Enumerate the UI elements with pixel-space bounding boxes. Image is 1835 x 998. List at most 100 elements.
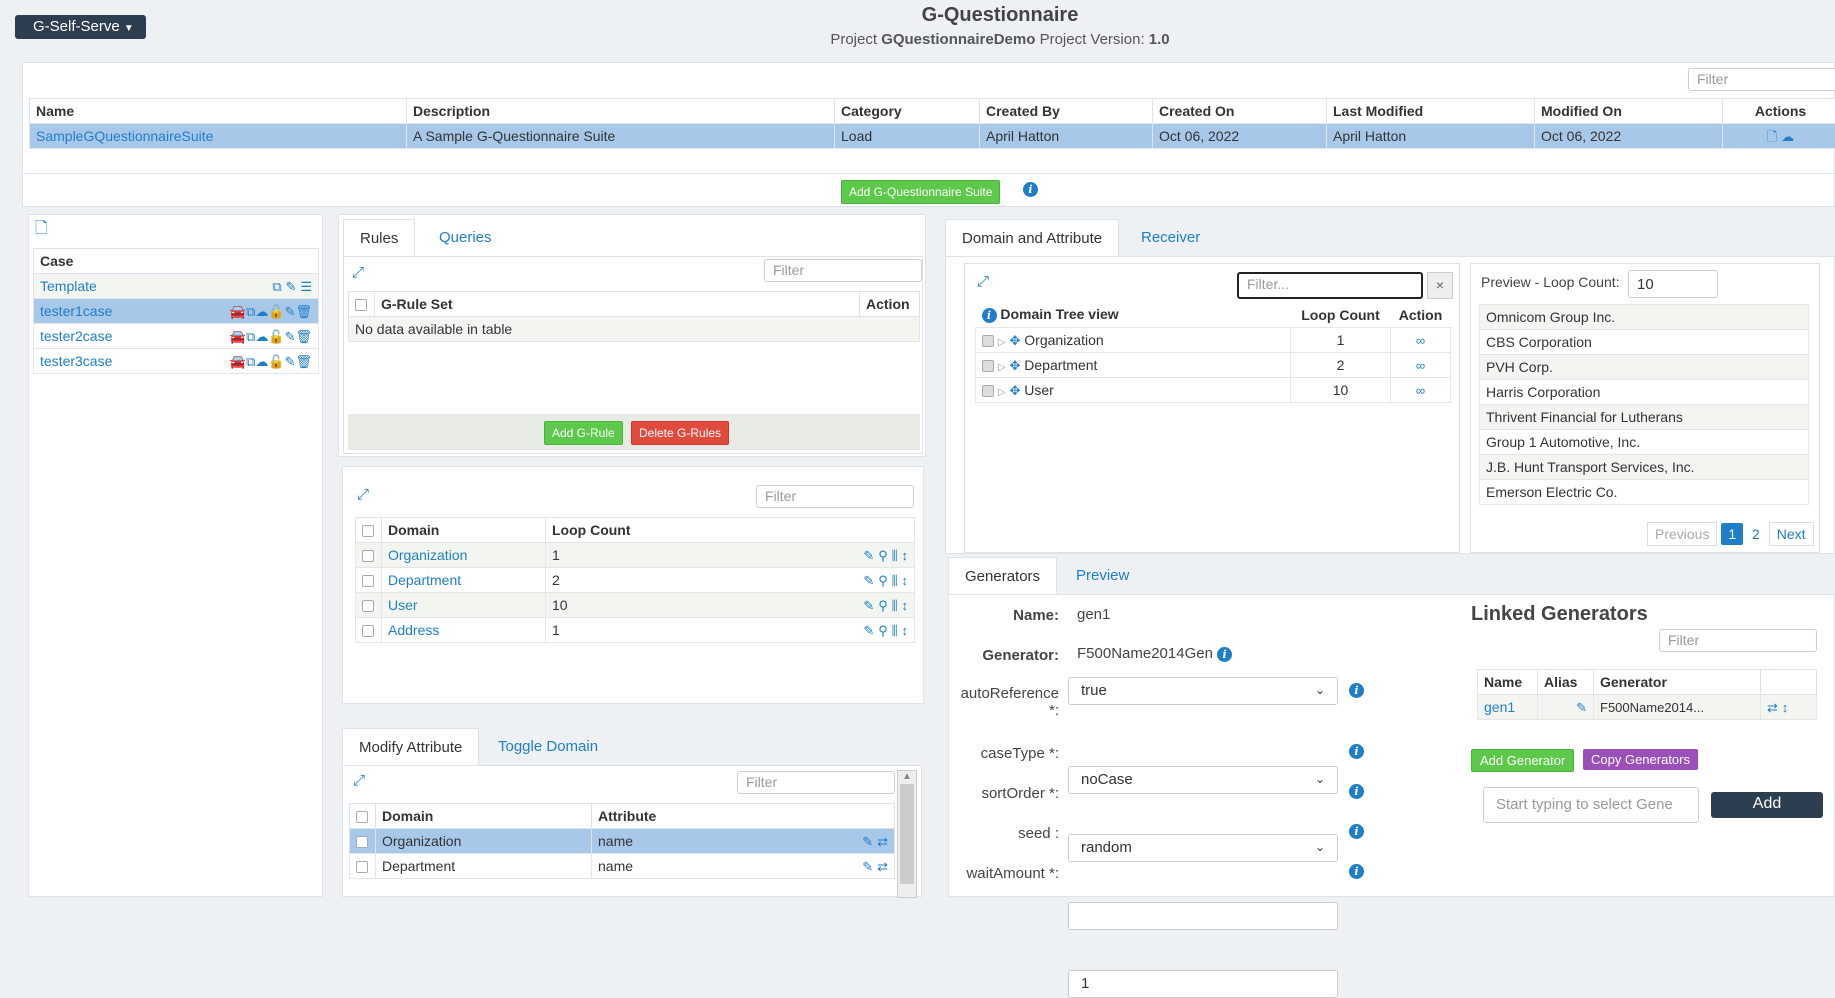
info-icon[interactable]: i bbox=[1349, 824, 1364, 839]
cloud-upload-icon[interactable]: ☁ bbox=[255, 305, 268, 318]
tree-node[interactable]: ▷ ✥ Organization1∞ bbox=[976, 328, 1451, 353]
tree-node[interactable]: ▷ ✥ User10∞ bbox=[976, 378, 1451, 403]
expand-arrow-icon[interactable]: ▷ bbox=[998, 362, 1006, 373]
list-item[interactable]: tester2case 🚘⧉☁🔓✎🗑 bbox=[34, 324, 319, 349]
node-checkbox[interactable] bbox=[982, 385, 994, 397]
copy-generators-button[interactable]: Copy Generators bbox=[1583, 749, 1698, 770]
copy-icon[interactable]: ⧉ bbox=[246, 305, 255, 318]
unlock-icon[interactable]: 🔓 bbox=[268, 355, 284, 368]
expand-icon[interactable]: ⤢ bbox=[357, 487, 369, 502]
transfer-icon[interactable]: ⇄ bbox=[1767, 701, 1778, 714]
transfer-icon[interactable]: ⇄ bbox=[877, 835, 888, 848]
edit-icon[interactable]: ✎ bbox=[862, 860, 873, 873]
tab-preview[interactable]: Preview bbox=[1060, 557, 1145, 594]
page-1-button[interactable]: 1 bbox=[1721, 523, 1743, 545]
table-row[interactable]: Departmentname✎ ⇄ bbox=[350, 854, 895, 879]
edit-icon[interactable]: ✎ bbox=[862, 835, 873, 848]
case-type-select[interactable]: noCase⌄ bbox=[1068, 766, 1338, 794]
search-icon[interactable]: ⚲ bbox=[878, 549, 888, 562]
case-link[interactable]: Template bbox=[40, 278, 97, 294]
trash-icon[interactable]: 🗑 bbox=[295, 355, 312, 368]
sort-icon[interactable]: ↕ bbox=[902, 574, 909, 587]
info-icon[interactable]: i bbox=[1349, 864, 1364, 879]
copy-icon[interactable]: ⧉ bbox=[272, 280, 281, 293]
case-link[interactable]: tester2case bbox=[40, 328, 112, 344]
move-icon[interactable]: ✥ bbox=[1009, 384, 1020, 397]
add-button[interactable]: Add bbox=[1711, 792, 1823, 818]
trash-icon[interactable]: 🗑 bbox=[295, 330, 312, 343]
table-row[interactable]: Organizationname✎ ⇄ bbox=[350, 829, 895, 854]
table-row[interactable]: SampleGQuestionnaireSuite A Sample G-Que… bbox=[30, 124, 1835, 149]
add-rule-button[interactable]: Add G-Rule bbox=[544, 421, 623, 445]
expand-arrow-icon[interactable]: ▷ bbox=[998, 387, 1006, 398]
row-checkbox[interactable] bbox=[362, 625, 374, 637]
table-row[interactable]: Department2✎ ⚲ ⫼ ↕ bbox=[356, 568, 915, 593]
info-icon[interactable]: i bbox=[1217, 647, 1232, 662]
link-icon[interactable]: ∞ bbox=[1416, 359, 1425, 372]
row-checkbox[interactable] bbox=[356, 861, 368, 873]
tree-node[interactable]: ▷ ✥ Department2∞ bbox=[976, 353, 1451, 378]
sort-icon[interactable]: ↕ bbox=[902, 549, 909, 562]
edit-icon[interactable]: ✎ bbox=[863, 599, 874, 612]
delete-rules-button[interactable]: Delete G-Rules bbox=[631, 421, 729, 445]
unlock-icon[interactable]: 🔓 bbox=[268, 305, 284, 318]
page-2-button[interactable]: 2 bbox=[1747, 523, 1765, 545]
move-icon[interactable]: ✥ bbox=[1009, 334, 1020, 347]
search-icon[interactable]: ⚲ bbox=[878, 624, 888, 637]
expand-arrow-icon[interactable]: ▷ bbox=[998, 337, 1006, 348]
tab-rules[interactable]: Rules bbox=[343, 219, 415, 257]
next-button[interactable]: Next bbox=[1769, 522, 1814, 546]
info-icon[interactable]: i bbox=[1349, 784, 1364, 799]
info-icon[interactable]: i bbox=[1023, 182, 1038, 197]
move-icon[interactable]: ✥ bbox=[1009, 359, 1020, 372]
table-row[interactable]: User10✎ ⚲ ⫼ ↕ bbox=[356, 593, 915, 618]
previous-button[interactable]: Previous bbox=[1647, 522, 1717, 546]
edit-icon[interactable]: ✎ bbox=[286, 280, 297, 293]
row-checkbox[interactable] bbox=[362, 550, 374, 562]
link-icon[interactable]: ∞ bbox=[1416, 384, 1425, 397]
select-all-checkbox[interactable] bbox=[355, 299, 367, 311]
col-name[interactable]: Name bbox=[30, 99, 407, 124]
edit-icon[interactable]: ✎ bbox=[1576, 701, 1587, 714]
sort-order-select[interactable]: random⌄ bbox=[1068, 834, 1338, 862]
edit-icon[interactable]: ✎ bbox=[285, 330, 296, 343]
link-icon[interactable]: ∞ bbox=[1416, 334, 1425, 347]
generator-select-input[interactable]: Start typing to select Gene bbox=[1483, 787, 1699, 823]
car-icon[interactable]: 🚘 bbox=[230, 355, 246, 368]
edit-icon[interactable]: ✎ bbox=[863, 624, 874, 637]
app-menu-button[interactable]: G-Self-Serve ▼ bbox=[15, 15, 146, 39]
node-checkbox[interactable] bbox=[982, 335, 994, 347]
sliders-icon[interactable]: ⫼ bbox=[892, 599, 898, 612]
tab-generators[interactable]: Generators bbox=[948, 557, 1057, 595]
domain-filter-input[interactable]: Filter bbox=[756, 485, 914, 508]
col-modified-on[interactable]: Modified On bbox=[1535, 99, 1723, 124]
info-icon[interactable]: i bbox=[982, 308, 997, 323]
col-created-on[interactable]: Created On bbox=[1153, 99, 1327, 124]
table-row[interactable]: Organization1✎ ⚲ ⫼ ↕ bbox=[356, 543, 915, 568]
wait-amount-input[interactable]: 1 bbox=[1068, 970, 1338, 998]
add-generator-button[interactable]: Add Generator bbox=[1471, 749, 1574, 772]
list-icon[interactable]: ☰ bbox=[300, 280, 312, 293]
seed-input[interactable] bbox=[1068, 902, 1338, 930]
sort-icon[interactable]: ↕ bbox=[1782, 701, 1789, 714]
new-document-icon[interactable]: 🗋 bbox=[35, 221, 48, 237]
table-row[interactable]: gen1 ✎ F500Name2014... ⇄ ↕ bbox=[1478, 695, 1817, 720]
auto-reference-select[interactable]: true⌄ bbox=[1068, 677, 1338, 705]
car-icon[interactable]: 🚘 bbox=[230, 330, 246, 343]
unlock-icon[interactable]: 🔓 bbox=[268, 330, 284, 343]
copy-icon[interactable]: ⧉ bbox=[246, 330, 255, 343]
col-description[interactable]: Description bbox=[407, 99, 835, 124]
suite-name-link[interactable]: SampleGQuestionnaireSuite bbox=[36, 128, 213, 144]
row-checkbox[interactable] bbox=[362, 575, 374, 587]
list-item[interactable]: tester1case 🚘⧉☁🔓✎🗑 bbox=[34, 299, 319, 324]
info-icon[interactable]: i bbox=[1349, 744, 1364, 759]
sliders-icon[interactable]: ⫼ bbox=[892, 624, 898, 637]
trash-icon[interactable]: 🗑 bbox=[295, 305, 312, 318]
search-icon[interactable]: ⚲ bbox=[878, 574, 888, 587]
col-category[interactable]: Category bbox=[835, 99, 980, 124]
list-item[interactable]: tester3case 🚘⧉☁🔓✎🗑 bbox=[34, 349, 319, 374]
row-checkbox[interactable] bbox=[362, 600, 374, 612]
cloud-upload-icon[interactable]: ☁ bbox=[255, 355, 268, 368]
scrollbar[interactable]: ▲ bbox=[897, 770, 917, 898]
sort-icon[interactable]: ↕ bbox=[902, 624, 909, 637]
